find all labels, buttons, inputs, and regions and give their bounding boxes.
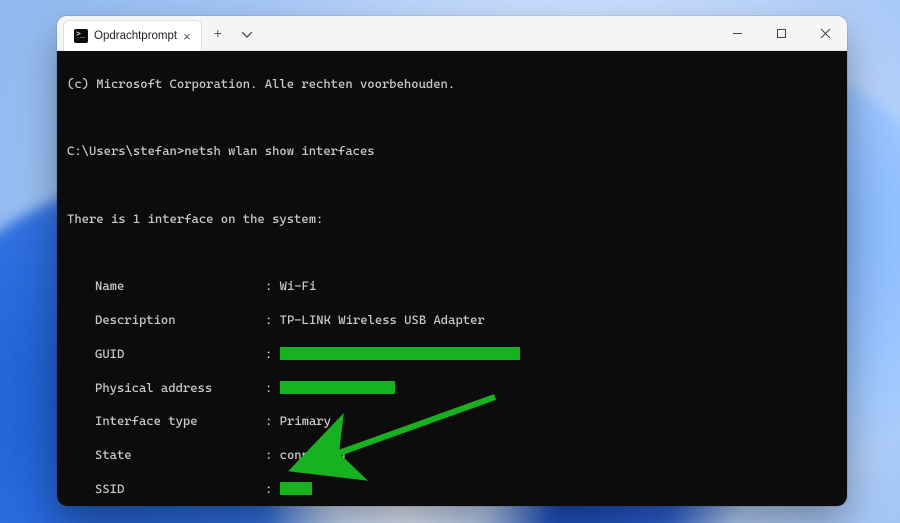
chevron-down-icon [242, 32, 252, 38]
tab-title: Opdrachtprompt [94, 30, 177, 42]
window-controls [715, 16, 847, 50]
tab-menu-button[interactable] [236, 21, 258, 45]
maximize-icon [776, 28, 787, 39]
tab-close-button[interactable]: × [183, 30, 191, 43]
copyright-line: (c) Microsoft Corporation. Alle rechten … [67, 76, 837, 93]
kv-physical-address: Physical address: [67, 380, 837, 397]
tab-actions: + [202, 16, 264, 50]
kv-description: Description: TP-LINK Wireless USB Adapte… [67, 312, 837, 329]
new-tab-button[interactable]: + [208, 21, 228, 45]
window-titlebar[interactable]: Opdrachtprompt × + [57, 16, 847, 51]
close-button[interactable] [803, 16, 847, 50]
titlebar-drag-area[interactable] [264, 16, 715, 50]
close-icon [820, 28, 831, 39]
redacted-guid [280, 347, 520, 360]
kv-state: State: connected [67, 447, 837, 464]
minimize-icon [732, 28, 743, 39]
kv-ssid: SSID: [67, 481, 837, 498]
command-line: C:\Users\stefan>netsh wlan show interfac… [67, 143, 837, 160]
intro-line: There is 1 interface on the system: [67, 211, 837, 228]
tab-command-prompt[interactable]: Opdrachtprompt × [63, 20, 202, 51]
redacted-physical-address [280, 381, 395, 394]
terminal-window: Opdrachtprompt × + (c) Microsoft [57, 16, 847, 506]
kv-interface-type: Interface type: Primary [67, 413, 837, 430]
maximize-button[interactable] [759, 16, 803, 50]
minimize-button[interactable] [715, 16, 759, 50]
kv-name: Name: Wi-Fi [67, 278, 837, 295]
kv-guid: GUID: [67, 346, 837, 363]
command-prompt-icon [74, 29, 88, 43]
terminal-output[interactable]: (c) Microsoft Corporation. Alle rechten … [57, 51, 847, 506]
redacted-ssid [280, 482, 312, 495]
